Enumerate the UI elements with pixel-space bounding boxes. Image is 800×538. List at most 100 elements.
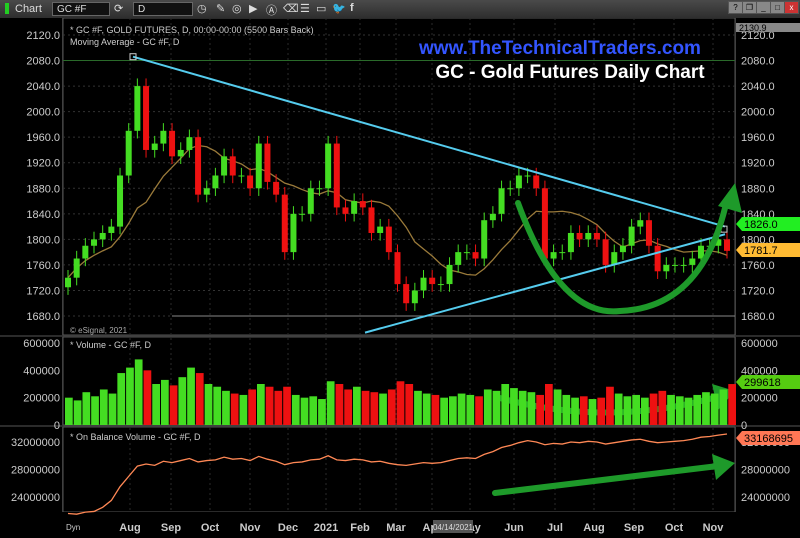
candle-body (724, 239, 730, 251)
obv-tick-left: 28000000 (11, 465, 60, 477)
candle-body (342, 207, 349, 214)
candle-body (65, 277, 71, 288)
candle-body (273, 181, 280, 195)
volume-bar (239, 394, 248, 425)
candle-body (472, 252, 479, 259)
candle-body (437, 284, 444, 286)
candle-body (637, 220, 644, 227)
candle-body (359, 201, 366, 208)
chart-svg[interactable]: 1680.0 1680.0 1720.0 1720.0 1760.0 1760.0 1800… (0, 18, 800, 538)
candle-body (507, 188, 514, 190)
list-icon[interactable]: ☰ (300, 2, 310, 15)
candle-body (169, 130, 176, 157)
candle-body (99, 232, 106, 240)
price-tick-left: 1840.0 (26, 209, 60, 221)
price-tick-left: 1880.0 (26, 183, 60, 195)
volume-bar (387, 389, 396, 425)
volume-bar (579, 396, 588, 425)
ma-label: Moving Average - GC #F, D (70, 37, 180, 47)
candle-body (429, 277, 436, 285)
volume-bar (457, 393, 466, 425)
candle-body (186, 137, 193, 150)
price-tick-right: 1760.0 (741, 260, 775, 272)
volume-bar (466, 394, 475, 425)
volume-bar (658, 390, 667, 425)
candle-body (325, 143, 332, 189)
candle-body (680, 264, 687, 266)
facebook-icon[interactable]: f (350, 2, 354, 14)
candle-body (177, 149, 184, 157)
candle-body (333, 143, 340, 208)
comment-icon[interactable]: ▭ (316, 2, 326, 15)
indicator-icon[interactable]: ◎ (232, 2, 242, 15)
dyn-label: Dyn (66, 523, 80, 532)
volume-bar (606, 386, 614, 425)
x-tick-label: Aug (583, 522, 604, 534)
candle-body (117, 175, 124, 227)
candle-body (498, 188, 505, 214)
volume-bar (108, 393, 117, 425)
volume-tick-left: 0 (54, 420, 60, 432)
top-price: 2130.9 (739, 23, 767, 33)
volume-bar (431, 394, 440, 425)
candle-body (559, 252, 566, 254)
help-button[interactable]: ? (728, 1, 743, 14)
volume-bar (361, 390, 370, 425)
volume-bar (91, 396, 99, 425)
candle-body (255, 143, 262, 189)
volume-bar (178, 377, 187, 425)
price-tick-left: 1960.0 (26, 132, 60, 144)
clock-icon[interactable]: ◷ (197, 2, 207, 15)
candle-body (264, 143, 271, 182)
volume-bar (309, 396, 318, 425)
volume-bar (667, 394, 675, 425)
candle-body (593, 232, 600, 240)
volume-bar (204, 384, 213, 425)
candle-body (299, 213, 306, 215)
maximize-button[interactable]: □ (770, 1, 785, 14)
x-tick-label: Dec (278, 522, 298, 534)
candle-body (489, 213, 496, 221)
minimize-button[interactable]: _ (756, 1, 771, 14)
volume-bar (326, 381, 335, 425)
alert-icon[interactable]: Ⓐ (266, 2, 277, 18)
volume-bar (335, 384, 344, 425)
refresh-icon[interactable]: ⟳ (114, 2, 123, 15)
volume-bar (126, 367, 134, 425)
candle-body (385, 226, 392, 253)
volume-bar (405, 384, 414, 425)
volume-tick-left: 400000 (23, 365, 60, 377)
volume-bar (117, 373, 126, 425)
pencil-icon[interactable]: ✎ (216, 2, 225, 15)
symbol-input[interactable]: GC #F (52, 2, 110, 16)
volume-bar (449, 396, 457, 425)
price-tick-left: 1720.0 (26, 285, 60, 297)
volume-tick-right: 0 (741, 420, 747, 432)
volume-bar (99, 389, 108, 425)
link-button[interactable]: ❐ (742, 1, 757, 14)
volume-bar (291, 394, 300, 425)
price-tick-left: 2120.0 (26, 30, 60, 42)
volume-bar (396, 381, 405, 425)
chart-window: Chart GC #F ⟳ D ◷ ✎ ◎ ▶ Ⓐ ⌫ ☰ ▭ 🐦 f ? ❐ … (0, 0, 800, 538)
play-icon[interactable]: ▶ (249, 2, 257, 15)
volume-bar (230, 393, 239, 425)
interval-select[interactable]: D (133, 2, 193, 16)
candle-body (585, 232, 592, 240)
last-price-label: 1781.7 (744, 245, 778, 257)
volume-bar (702, 392, 710, 425)
eraser-icon[interactable]: ⌫ (283, 2, 299, 15)
candle-body (654, 245, 661, 272)
candle-body (541, 188, 548, 259)
price-tick-right: 1960.0 (741, 132, 775, 144)
twitter-icon[interactable]: 🐦 (332, 2, 346, 15)
candle-body (143, 86, 150, 150)
volume-last-label: 299618 (744, 377, 781, 389)
candle-body (203, 188, 210, 195)
candle-body (619, 245, 626, 253)
candle-body (82, 245, 89, 259)
candle-body (403, 284, 410, 304)
close-button[interactable]: x (784, 1, 799, 14)
volume-bar (536, 394, 544, 425)
candle-body (481, 220, 488, 259)
